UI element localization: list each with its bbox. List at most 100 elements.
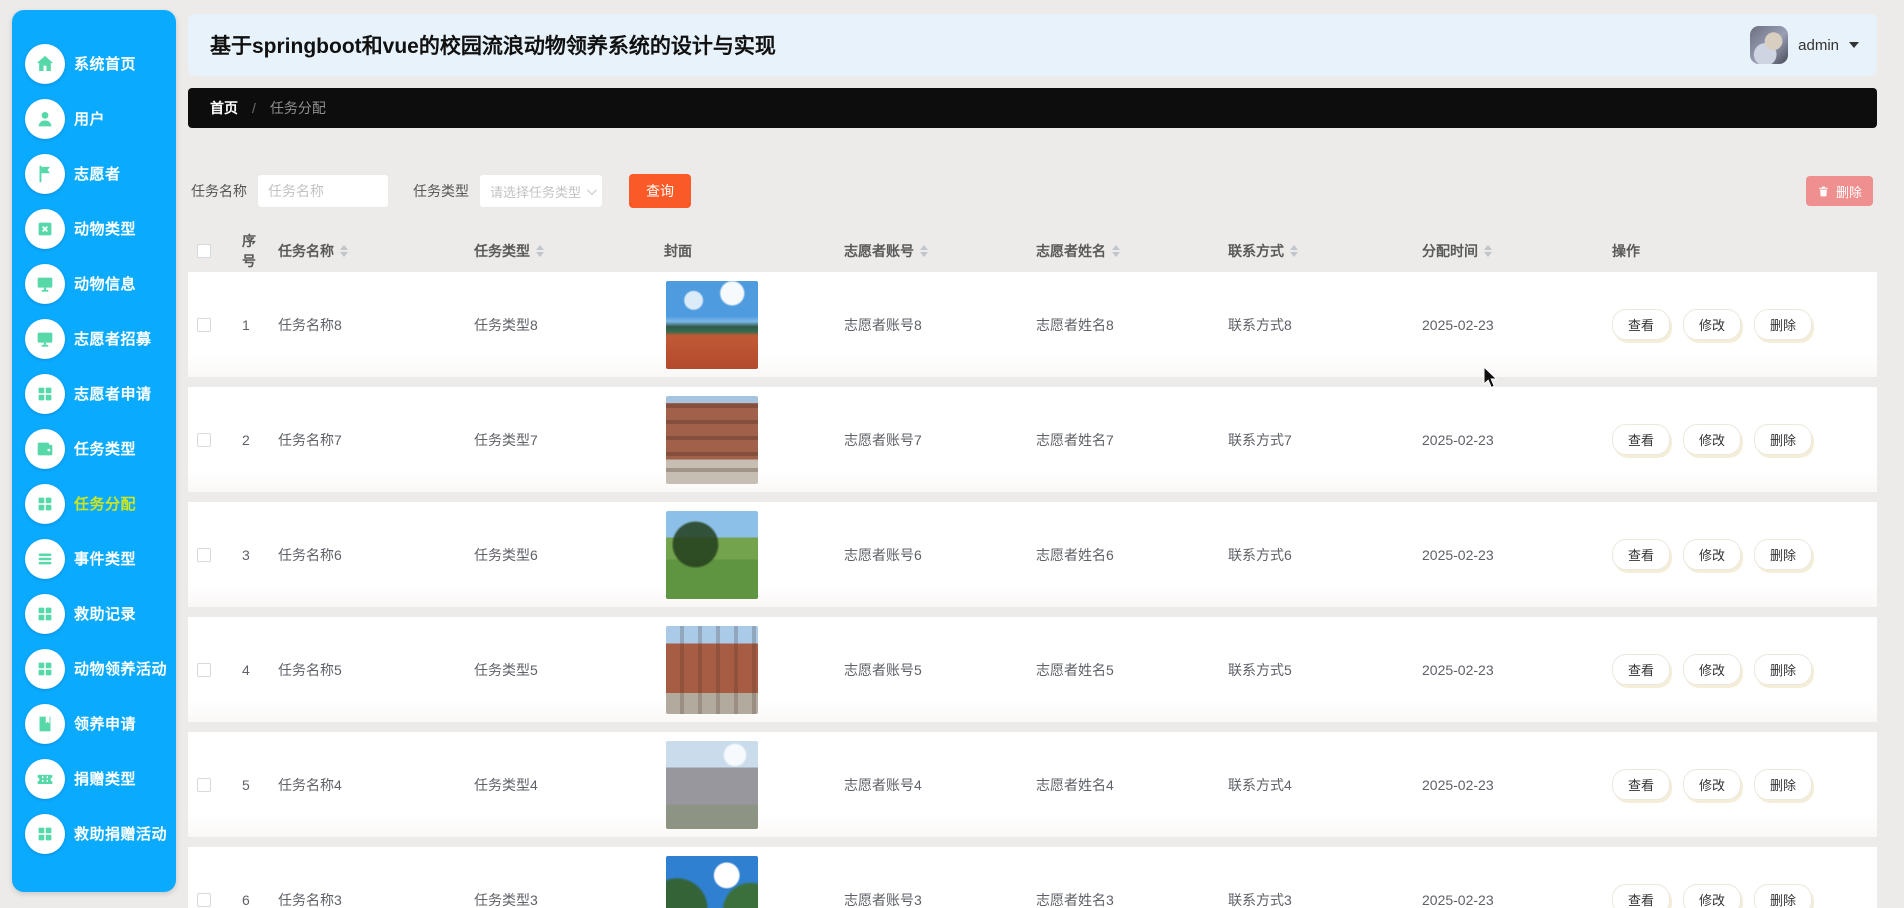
table-row: 6 任务名称3 任务类型3 志愿者账号3 志愿者姓名3 联系方式3 2025-0…: [188, 847, 1877, 908]
edit-button[interactable]: 修改: [1683, 654, 1742, 685]
delete-button[interactable]: 删除: [1754, 654, 1813, 685]
main-content: 基于springboot和vue的校园流浪动物领养系统的设计与实现 admin …: [188, 0, 1877, 908]
sort-icons[interactable]: [1290, 245, 1298, 257]
edit-button[interactable]: 修改: [1683, 309, 1742, 340]
cell-name: 志愿者姓名5: [1036, 661, 1114, 678]
cell-name: 志愿者姓名6: [1036, 546, 1114, 563]
grid-icon: [25, 813, 65, 854]
view-button[interactable]: 查看: [1612, 309, 1671, 340]
sort-icons[interactable]: [1112, 245, 1120, 257]
batch-delete-button[interactable]: 删除: [1805, 176, 1873, 206]
sort-icons[interactable]: [920, 245, 928, 257]
cell-task-type: 任务类型7: [474, 431, 538, 448]
cell-seq: 2: [242, 431, 250, 448]
breadcrumb-home[interactable]: 首页: [210, 98, 238, 118]
select-all-checkbox[interactable]: [197, 244, 211, 258]
cell-task-type: 任务类型4: [474, 776, 538, 793]
cell-account: 志愿者账号8: [844, 316, 922, 333]
row-checkbox[interactable]: [197, 432, 211, 447]
delete-button[interactable]: 删除: [1754, 424, 1813, 455]
breadcrumb-current: 任务分配: [269, 100, 326, 116]
edit-button[interactable]: 修改: [1683, 884, 1742, 908]
admin-label: admin: [1798, 36, 1839, 54]
search-button[interactable]: 查询: [629, 174, 691, 208]
row-checkbox[interactable]: [197, 547, 211, 562]
sort-icons[interactable]: [536, 245, 544, 257]
cell-account: 志愿者账号3: [844, 891, 922, 908]
cell-contact: 联系方式4: [1228, 776, 1292, 793]
cell-task-name: 任务名称8: [278, 316, 342, 333]
top-header: 基于springboot和vue的校园流浪动物领养系统的设计与实现 admin: [188, 14, 1877, 76]
row-checkbox[interactable]: [197, 662, 211, 677]
task-name-input[interactable]: [257, 174, 389, 208]
cell-task-name: 任务名称6: [278, 546, 342, 563]
batch-delete-label: 删除: [1835, 184, 1862, 200]
delete-button[interactable]: 删除: [1754, 884, 1813, 908]
sort-icons[interactable]: [340, 245, 348, 257]
sidebar-item-label: 志愿者: [74, 166, 121, 183]
box-icon: [25, 208, 65, 249]
grid-icon: [25, 373, 65, 414]
sort-icons[interactable]: [1484, 245, 1492, 257]
cell-task-type: 任务类型3: [474, 891, 538, 908]
sidebar-item-label: 动物领养活动: [74, 661, 168, 678]
sidebar-item-volunteer-apply[interactable]: 志愿者申请: [12, 366, 176, 421]
cover-image: [666, 395, 758, 484]
sidebar-item-task-types[interactable]: 任务类型: [12, 421, 176, 476]
sidebar-item-event-types[interactable]: 事件类型: [12, 531, 176, 586]
view-button[interactable]: 查看: [1612, 424, 1671, 455]
row-checkbox[interactable]: [197, 317, 211, 332]
sidebar-item-system-home[interactable]: 系统首页: [12, 36, 176, 91]
delete-button[interactable]: 删除: [1754, 769, 1813, 800]
sidebar-item-animal-info[interactable]: 动物信息: [12, 256, 176, 311]
user-icon: [25, 98, 65, 139]
cell-seq: 1: [242, 316, 250, 333]
monitor-icon: [25, 318, 65, 359]
sidebar-item-label: 志愿者招募: [74, 331, 152, 348]
sidebar-item-rescue-records[interactable]: 救助记录: [12, 586, 176, 641]
sidebar-item-donation-types[interactable]: 捐赠类型: [12, 751, 176, 806]
row-checkbox[interactable]: [197, 892, 211, 907]
monitor-icon: [25, 263, 65, 304]
edit-button[interactable]: 修改: [1683, 424, 1742, 455]
column-header-contact: 联系方式: [1216, 241, 1410, 261]
cell-seq: 3: [242, 546, 250, 563]
sidebar-item-label: 任务类型: [74, 441, 137, 458]
chevron-down-icon: [1849, 42, 1859, 48]
task-type-select-placeholder: 请选择任务类型: [490, 184, 582, 200]
view-button[interactable]: 查看: [1612, 769, 1671, 800]
cell-name: 志愿者姓名8: [1036, 316, 1114, 333]
sidebar-item-task-assignment[interactable]: 任务分配: [12, 476, 176, 531]
avatar: [1750, 26, 1789, 64]
view-button[interactable]: 查看: [1612, 539, 1671, 570]
cell-contact: 联系方式3: [1228, 891, 1292, 908]
cell-task-name: 任务名称4: [278, 776, 342, 793]
edit-button[interactable]: 修改: [1683, 769, 1742, 800]
cell-name: 志愿者姓名3: [1036, 891, 1114, 908]
grid-icon: [25, 648, 65, 689]
sidebar-item-rescue-donation-activities[interactable]: 救助捐赠活动: [12, 806, 176, 861]
cell-date: 2025-02-23: [1422, 776, 1494, 793]
sidebar-item-users[interactable]: 用户: [12, 91, 176, 146]
column-header-task-name: 任务名称: [266, 241, 462, 261]
view-button[interactable]: 查看: [1612, 654, 1671, 685]
cell-contact: 联系方式5: [1228, 661, 1292, 678]
sidebar-item-animal-types[interactable]: 动物类型: [12, 201, 176, 256]
view-button[interactable]: 查看: [1612, 884, 1671, 908]
sidebar-item-volunteer-recruit[interactable]: 志愿者招募: [12, 311, 176, 366]
sidebar-item-volunteers[interactable]: 志愿者: [12, 146, 176, 201]
task-type-select[interactable]: 请选择任务类型: [479, 174, 603, 208]
task-table: 序号 任务名称 任务类型 封面 志愿者账号 志愿者姓名 联系方式 分配时间 操作…: [188, 230, 1877, 908]
row-checkbox[interactable]: [197, 777, 211, 792]
delete-button[interactable]: 删除: [1754, 539, 1813, 570]
sidebar-item-adoption-apply[interactable]: 领养申请: [12, 696, 176, 751]
user-menu[interactable]: admin: [1750, 26, 1859, 64]
delete-button[interactable]: 删除: [1754, 309, 1813, 340]
task-type-label: 任务类型: [413, 183, 469, 199]
edit-button[interactable]: 修改: [1683, 539, 1742, 570]
grid-icon: [25, 593, 65, 634]
sidebar-item-adoption-activities[interactable]: 动物领养活动: [12, 641, 176, 696]
sidebar-item-label: 志愿者申请: [74, 386, 152, 403]
cover-image: [666, 280, 758, 369]
cell-date: 2025-02-23: [1422, 891, 1494, 908]
